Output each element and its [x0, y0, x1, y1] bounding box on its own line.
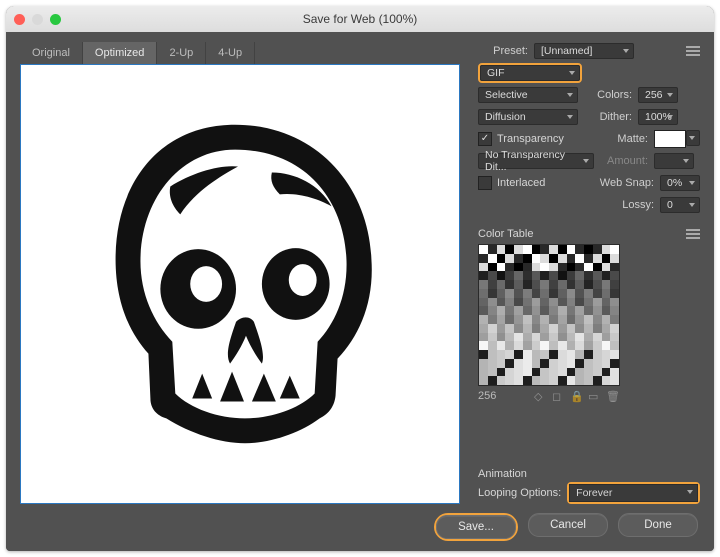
looping-highlight: Forever [567, 482, 700, 504]
color-count: 256 [478, 390, 496, 402]
tab-original[interactable]: Original [20, 42, 83, 64]
interlaced-label: Interlaced [497, 177, 545, 189]
done-button[interactable]: Done [618, 513, 698, 537]
preview-canvas[interactable] [20, 64, 460, 504]
preview-image [21, 65, 459, 503]
trash-icon[interactable]: 🗑 [606, 390, 618, 402]
colors-dropdown[interactable]: 256 [638, 87, 678, 103]
lock-icon[interactable]: 🔒 [570, 390, 582, 402]
trans-dither-dropdown[interactable]: No Transparency Dit... [478, 153, 594, 169]
maximize-icon[interactable] [50, 14, 61, 25]
preset-label: Preset: [478, 45, 528, 57]
amount-label: Amount: [602, 155, 648, 167]
titlebar: Save for Web (100%) [6, 6, 714, 33]
color-table-menu-icon[interactable] [686, 229, 700, 239]
matte-label: Matte: [602, 133, 648, 145]
transparency-checkbox[interactable]: ✓ [478, 132, 492, 146]
save-button[interactable]: Save... [436, 515, 516, 539]
preset-dropdown[interactable]: [Unnamed] [534, 43, 634, 59]
lossy-dropdown[interactable]: 0 [660, 197, 700, 213]
lossy-label: Lossy: [608, 199, 654, 211]
websnap-dropdown[interactable]: 0% [660, 175, 700, 191]
format-highlight: GIF [478, 63, 582, 83]
transparency-label: Transparency [497, 133, 564, 145]
format-dropdown[interactable]: GIF [480, 65, 580, 81]
matte-swatch[interactable] [654, 130, 686, 148]
tab-4up[interactable]: 4-Up [206, 42, 255, 64]
close-icon[interactable] [14, 14, 25, 25]
minimize-icon [32, 14, 43, 25]
colors-label: Colors: [586, 89, 632, 101]
amount-dropdown [654, 153, 694, 169]
tab-2up[interactable]: 2-Up [157, 42, 206, 64]
dither-algo-dropdown[interactable]: Diffusion [478, 109, 578, 125]
ct-icon-2[interactable]: ◻ [552, 390, 564, 402]
cancel-button[interactable]: Cancel [528, 513, 608, 537]
dither-label: Dither: [586, 111, 632, 123]
save-highlight: Save... [434, 513, 518, 541]
save-for-web-dialog: Save for Web (100%) Original Optimized 2… [6, 6, 714, 551]
new-color-icon[interactable]: ▭ [588, 390, 600, 402]
color-table-grid[interactable] [478, 244, 620, 386]
looping-label: Looping Options: [478, 487, 561, 499]
reduction-dropdown[interactable]: Selective [478, 87, 578, 103]
dither-dropdown[interactable]: 100% [638, 109, 678, 125]
interlaced-checkbox[interactable] [478, 176, 492, 190]
preview-tabs: Original Optimized 2-Up 4-Up [20, 42, 460, 64]
animation-title: Animation [478, 468, 700, 480]
window-title: Save for Web (100%) [6, 12, 714, 26]
websnap-label: Web Snap: [596, 177, 654, 189]
color-table-title: Color Table [478, 228, 533, 240]
tab-optimized[interactable]: Optimized [83, 42, 158, 64]
looping-dropdown[interactable]: Forever [569, 484, 698, 502]
ct-icon-1[interactable]: ◇ [534, 390, 546, 402]
matte-dropdown[interactable] [686, 130, 700, 146]
flyout-menu-icon[interactable] [686, 46, 700, 56]
